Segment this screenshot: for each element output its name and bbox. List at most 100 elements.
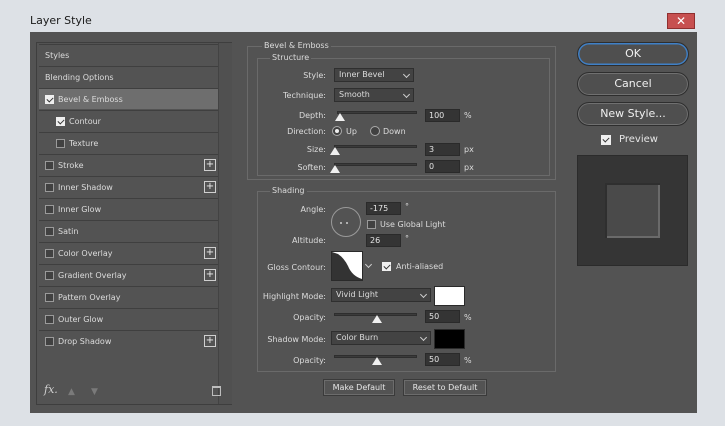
- style-item-texture[interactable]: Texture: [39, 132, 218, 153]
- style-item-satin[interactable]: Satin: [39, 220, 218, 241]
- fx-button[interactable]: fx.: [44, 383, 58, 396]
- style-select[interactable]: Inner Bevel: [334, 68, 414, 82]
- style-item-checkbox[interactable]: [45, 205, 54, 214]
- style-item-drop-shadow[interactable]: Drop Shadow +: [39, 330, 218, 351]
- style-item-checkbox[interactable]: [45, 227, 54, 236]
- depth-slider-track[interactable]: [337, 111, 417, 114]
- chevron-down-icon: [419, 290, 428, 299]
- close-icon[interactable]: ✕: [667, 13, 695, 29]
- style-item-checkbox[interactable]: [45, 337, 54, 346]
- window-title: Layer Style: [30, 14, 92, 27]
- size-input[interactable]: 3: [425, 143, 460, 156]
- style-item-bevel-emboss[interactable]: Bevel & Emboss: [39, 88, 218, 109]
- shadow-opacity-unit: %: [464, 356, 472, 365]
- style-item-label: Bevel & Emboss: [58, 95, 123, 104]
- title-bar: Layer Style ✕: [0, 0, 725, 32]
- depth-unit: %: [464, 111, 472, 120]
- gloss-contour-preview[interactable]: [331, 251, 363, 281]
- style-item-checkbox[interactable]: [45, 293, 54, 302]
- style-item-contour[interactable]: Contour: [39, 110, 218, 131]
- angle-input[interactable]: -175: [366, 202, 401, 215]
- style-item-inner-glow[interactable]: Inner Glow: [39, 198, 218, 219]
- size-slider-thumb[interactable]: [330, 147, 340, 155]
- altitude-input[interactable]: 26: [366, 234, 401, 247]
- move-up-icon[interactable]: ▲: [68, 387, 75, 397]
- preview-label: Preview: [619, 134, 658, 145]
- style-item-checkbox[interactable]: [45, 161, 54, 170]
- shadow-opacity-input[interactable]: 50: [425, 353, 460, 366]
- shading-title: Shading: [270, 186, 307, 195]
- preview-checkbox[interactable]: [601, 135, 611, 145]
- soften-slider-thumb[interactable]: [330, 165, 340, 173]
- technique-select[interactable]: Smooth: [334, 88, 414, 102]
- highlight-opacity-thumb[interactable]: [371, 315, 382, 323]
- style-item-stroke[interactable]: Stroke +: [39, 154, 218, 175]
- depth-label: Depth:: [298, 111, 326, 120]
- depth-input[interactable]: 100: [425, 109, 460, 122]
- style-item-checkbox[interactable]: [45, 183, 54, 192]
- size-slider-track[interactable]: [334, 145, 417, 148]
- angle-label: Angle:: [300, 205, 326, 214]
- altitude-label: Altitude:: [292, 236, 326, 245]
- highlight-mode-label: Highlight Mode:: [262, 292, 326, 301]
- technique-label: Technique:: [283, 91, 326, 100]
- angle-unit: °: [405, 202, 409, 211]
- highlight-mode-select[interactable]: Vivid Light: [331, 288, 431, 302]
- style-item-label: Outer Glow: [58, 315, 104, 324]
- soften-input[interactable]: 0: [425, 160, 460, 173]
- style-item-label: Stroke: [58, 161, 84, 170]
- move-down-icon[interactable]: ▼: [91, 387, 98, 397]
- style-item-gradient-overlay[interactable]: Gradient Overlay +: [39, 264, 218, 285]
- style-label: Style:: [303, 71, 326, 80]
- style-item-blending-options[interactable]: Blending Options: [39, 66, 218, 87]
- style-item-label: Pattern Overlay: [58, 293, 121, 302]
- styles-list-scrollbar[interactable]: [218, 43, 232, 404]
- trash-icon[interactable]: [212, 386, 221, 396]
- style-item-checkbox[interactable]: [45, 95, 54, 104]
- highlight-opacity-input[interactable]: 50: [425, 310, 460, 323]
- global-light-label: Use Global Light: [380, 220, 446, 229]
- cancel-button[interactable]: Cancel: [577, 72, 689, 96]
- style-item-label: Inner Glow: [58, 205, 102, 214]
- shadow-mode-select[interactable]: Color Burn: [331, 331, 431, 345]
- chevron-down-icon: [402, 70, 411, 79]
- shadow-mode-label: Shadow Mode:: [267, 335, 326, 344]
- style-item-outer-glow[interactable]: Outer Glow: [39, 308, 218, 329]
- shadow-opacity-thumb[interactable]: [371, 357, 382, 365]
- add-effect-icon[interactable]: +: [204, 335, 216, 347]
- shadow-color-swatch[interactable]: [434, 329, 465, 349]
- add-effect-icon[interactable]: +: [204, 181, 216, 193]
- preview-thumbnail: [577, 155, 688, 266]
- angle-dial[interactable]: [331, 207, 361, 237]
- global-light-checkbox[interactable]: [367, 220, 376, 229]
- style-item-pattern-overlay[interactable]: Pattern Overlay: [39, 286, 218, 307]
- style-item-checkbox[interactable]: [45, 315, 54, 324]
- style-item-label: Color Overlay: [58, 249, 113, 258]
- add-effect-icon[interactable]: +: [204, 269, 216, 281]
- style-item-checkbox[interactable]: [45, 249, 54, 258]
- reset-default-button[interactable]: Reset to Default: [403, 379, 487, 396]
- soften-slider-track[interactable]: [334, 163, 417, 166]
- style-item-color-overlay[interactable]: Color Overlay +: [39, 242, 218, 263]
- size-label: Size:: [306, 145, 326, 154]
- highlight-color-swatch[interactable]: [434, 286, 465, 306]
- style-item-checkbox[interactable]: [56, 117, 65, 126]
- direction-up-radio[interactable]: [332, 126, 342, 136]
- ok-button[interactable]: OK: [577, 42, 689, 66]
- style-item-styles[interactable]: Styles: [39, 44, 218, 65]
- style-item-label: Gradient Overlay: [58, 271, 127, 280]
- style-item-checkbox[interactable]: [45, 271, 54, 280]
- style-item-checkbox[interactable]: [56, 139, 65, 148]
- soften-label: Soften:: [297, 163, 326, 172]
- depth-slider-thumb[interactable]: [334, 113, 345, 121]
- soften-unit: px: [464, 163, 474, 172]
- new-style-button[interactable]: New Style...: [577, 102, 689, 126]
- make-default-button[interactable]: Make Default: [323, 379, 395, 396]
- bevel-emboss-title: Bevel & Emboss: [262, 41, 331, 50]
- antialiased-checkbox[interactable]: [382, 262, 391, 271]
- add-effect-icon[interactable]: +: [204, 247, 216, 259]
- style-item-inner-shadow[interactable]: Inner Shadow +: [39, 176, 218, 197]
- add-effect-icon[interactable]: +: [204, 159, 216, 171]
- direction-down-radio[interactable]: [370, 126, 380, 136]
- style-item-label: Satin: [58, 227, 79, 236]
